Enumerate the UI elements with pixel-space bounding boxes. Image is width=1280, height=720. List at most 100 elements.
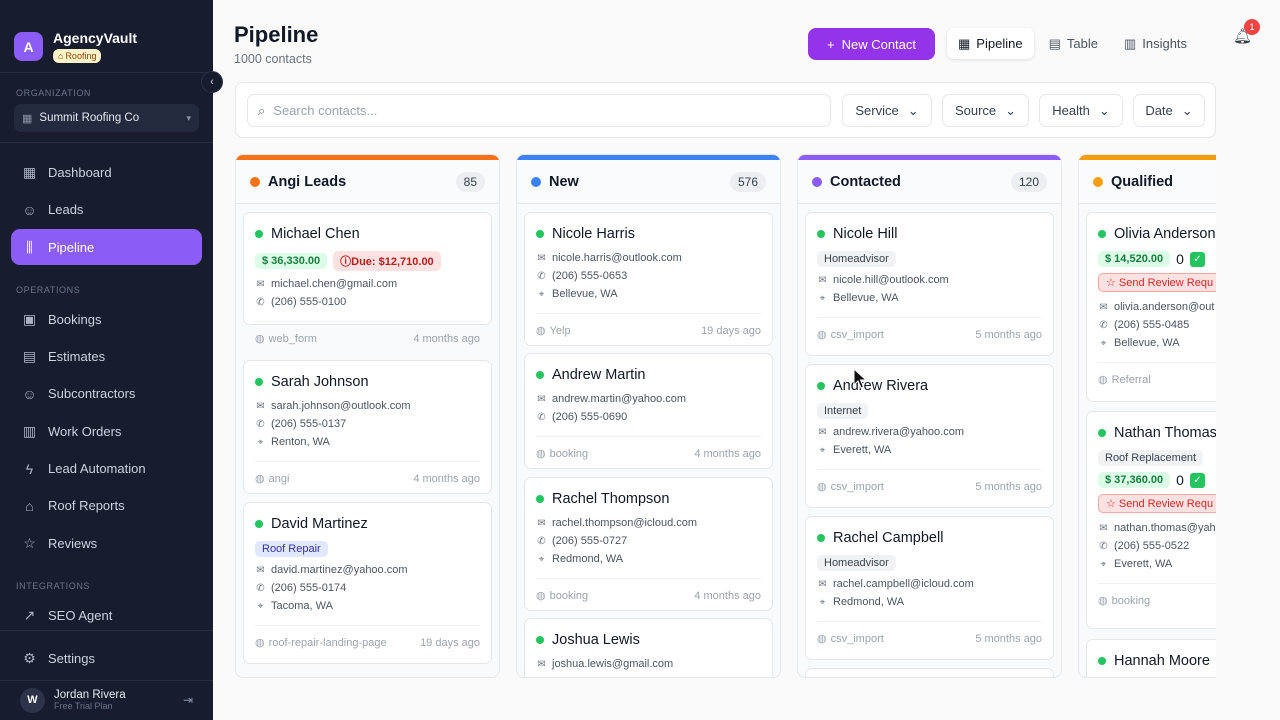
sidebar-item-settings[interactable]: ⚙ Settings (11, 640, 202, 676)
contact-name: Nathan Thomas (1114, 425, 1216, 441)
sidebar-item-subcontractors[interactable]: ☺ Subcontractors (11, 376, 202, 412)
home-icon: ⌂ (58, 50, 64, 61)
sidebar-item-label: Roof Reports (48, 498, 125, 514)
card-age: 4 months ago (694, 589, 761, 602)
column-count: 85 (455, 171, 485, 192)
status-dot (531, 176, 541, 187)
contact-phone: (206) 555-0137 (271, 418, 347, 430)
filter-label: Health (1052, 103, 1090, 118)
brand[interactable]: A AgencyVault ⌂ Roofing (0, 0, 213, 72)
globe-icon: ◍ (817, 481, 827, 493)
date-filter[interactable]: Date ⌄ (1133, 94, 1205, 127)
phone-icon: ✆ (537, 270, 546, 282)
amount-due-badge: ⓘDue: $12,710.00 (333, 251, 441, 271)
send-review-request-button[interactable]: ☆ Send Review Requ (1098, 273, 1216, 292)
contact-card[interactable]: Rachel Thompson ✉ rachel.thompson@icloud.… (524, 477, 773, 611)
contact-email: rachel.thompson@icloud.com (552, 517, 698, 529)
logout-icon[interactable]: ⇥ (183, 693, 193, 707)
send-review-request-button[interactable]: ☆ Send Review Requ (1098, 494, 1216, 513)
divider (0, 72, 213, 73)
notification-badge: 1 (1244, 19, 1260, 35)
map-pin-icon: ⌖ (538, 553, 545, 565)
contact-card[interactable]: Andrew Martin ✉ andrew.martin@yahoo.com ✆… (524, 353, 773, 469)
sidebar-item-pipeline[interactable]: ⫼ Pipeline (11, 229, 202, 265)
map-pin-icon: ⌖ (257, 436, 264, 448)
sidebar-item-label: Dashboard (48, 164, 112, 180)
service-filter[interactable]: Service ⌄ (842, 94, 932, 127)
sidebar-item-lead-automation[interactable]: ϟ Lead Automation (11, 451, 202, 487)
pipeline-column-angi-leads: Angi Leads 85 Michael Chen $ 36,330.00 ⓘD… (235, 154, 500, 678)
mail-icon: ✉ (818, 274, 827, 286)
new-contact-button[interactable]: + New Contact (808, 28, 935, 60)
sidebar-item-label: Estimates (48, 348, 106, 364)
sidebar-item-label: SEO Agent (48, 607, 113, 623)
check-icon[interactable]: ✓ (1189, 251, 1205, 267)
lead-source: roof-repair-landing-page (268, 636, 387, 649)
search-input[interactable]: ⌕ Search contacts... (247, 94, 831, 127)
contact-card[interactable]: David Martinez Roof Repair ✉ david.martin… (243, 502, 492, 664)
sidebar-item-estimates[interactable]: ▤ Estimates (11, 338, 202, 374)
globe-icon: ◍ (817, 633, 827, 645)
source-filter[interactable]: Source ⌄ (942, 94, 1029, 127)
sidebar-item-leads[interactable]: ☺ Leads (11, 192, 202, 228)
collapse-sidebar-button[interactable]: ‹ (201, 71, 223, 93)
lead-source: booking (1111, 594, 1151, 607)
phone-icon: ✆ (256, 582, 265, 594)
contact-card[interactable]: Rachel Campbell Homeadvisor ✉ rachel.camp… (805, 516, 1054, 660)
status-dot (1093, 176, 1103, 187)
contact-phone: (206) 555-0485 (1114, 319, 1190, 331)
contact-card[interactable]: Nicole Hill Homeadvisor ✉ nicole.hill@out… (805, 212, 1054, 356)
sidebar-item-label: Lead Automation (48, 461, 146, 477)
filter-label: Service (855, 103, 899, 118)
contact-card[interactable]: Andrew Rivera Internet ✉ andrew.rivera@ya… (805, 364, 1054, 508)
contact-card[interactable] (805, 668, 1054, 677)
contact-count: 1000 contacts (234, 52, 312, 66)
tab-table[interactable]: ▤ Table (1038, 28, 1109, 59)
sidebar-item-bookings[interactable]: ▣ Bookings (11, 301, 202, 337)
mail-icon: ✉ (537, 517, 546, 529)
health-dot (817, 230, 825, 238)
sidebar-item-work-orders[interactable]: ▥ Work Orders (11, 413, 202, 449)
contact-card[interactable]: Joshua Lewis ✉ joshua.lewis@gmail.com (524, 618, 773, 677)
contact-card[interactable]: Olivia Anderson $ 14,520.00 0 ✓ ☆ Send Rev… (1086, 212, 1216, 402)
contact-card[interactable]: Sarah Johnson ✉ sarah.johnson@outlook.com… (243, 360, 492, 494)
contact-card[interactable]: Nathan Thomas Roof Replacement $ 37,360.… (1086, 411, 1216, 629)
org-select[interactable]: ▦ Summit Roofing Co ▾ (14, 104, 199, 132)
contact-email: andrew.martin@yahoo.com (552, 393, 687, 405)
phone-icon: ✆ (1099, 319, 1108, 331)
lead-source: booking (549, 589, 589, 602)
user-box[interactable]: W Jordan Rivera Free Trial Plan ⇥ (0, 680, 213, 720)
mail-icon: ✉ (818, 578, 827, 590)
contact-card[interactable]: Nicole Harris ✉ nicole.harris@outlook.com… (524, 212, 773, 346)
contact-city: Bellevue, WA (552, 288, 618, 300)
sidebar-item-roof-reports[interactable]: ⌂ Roof Reports (11, 488, 202, 524)
card-age: 19 days ago (420, 636, 480, 649)
card-age: 5 months ago (975, 480, 1042, 493)
sidebar-item-reviews[interactable]: ☆ Reviews (11, 525, 202, 561)
main-content: Pipeline 1000 contacts + New Contact ▦ Pip… (213, 0, 1280, 720)
health-dot (536, 495, 544, 503)
contact-name: Rachel Campbell (833, 530, 944, 546)
amount-due-label: Due: $12,710.00 (351, 256, 434, 268)
contact-card[interactable]: Michael Chen $ 36,330.00 ⓘDue: $12,710.00… (243, 212, 492, 345)
tab-pipeline[interactable]: ▦ Pipeline (947, 28, 1034, 59)
contact-card[interactable]: Hannah Moore (1086, 639, 1216, 677)
operations-section-label: OPERATIONS (16, 285, 81, 295)
sidebar-item-dashboard[interactable]: ▦ Dashboard (11, 154, 202, 190)
contact-city: Renton, WA (271, 436, 330, 448)
column-title: New (549, 173, 579, 190)
check-icon[interactable]: ✓ (1189, 472, 1205, 488)
contact-city: Everett, WA (833, 444, 892, 456)
tab-insights[interactable]: ▥ Insights (1113, 28, 1198, 59)
map-pin-icon: ⌖ (1100, 337, 1107, 349)
contact-name: Andrew Rivera (833, 378, 929, 394)
review-count: 0 (1176, 251, 1184, 267)
sidebar-item-seo-agent[interactable]: ↗ SEO Agent (11, 597, 202, 633)
sidebar-item-label: Work Orders (48, 423, 122, 439)
sidebar-item-label: Leads (48, 202, 84, 217)
gear-icon: ⚙ (23, 649, 36, 666)
health-dot (1098, 657, 1106, 665)
pipeline-column-contacted: Contacted 120 Nicole Hill Homeadvisor ✉ n… (797, 154, 1062, 678)
health-filter[interactable]: Health ⌄ (1039, 94, 1123, 127)
card-age: 4 months ago (694, 447, 761, 460)
